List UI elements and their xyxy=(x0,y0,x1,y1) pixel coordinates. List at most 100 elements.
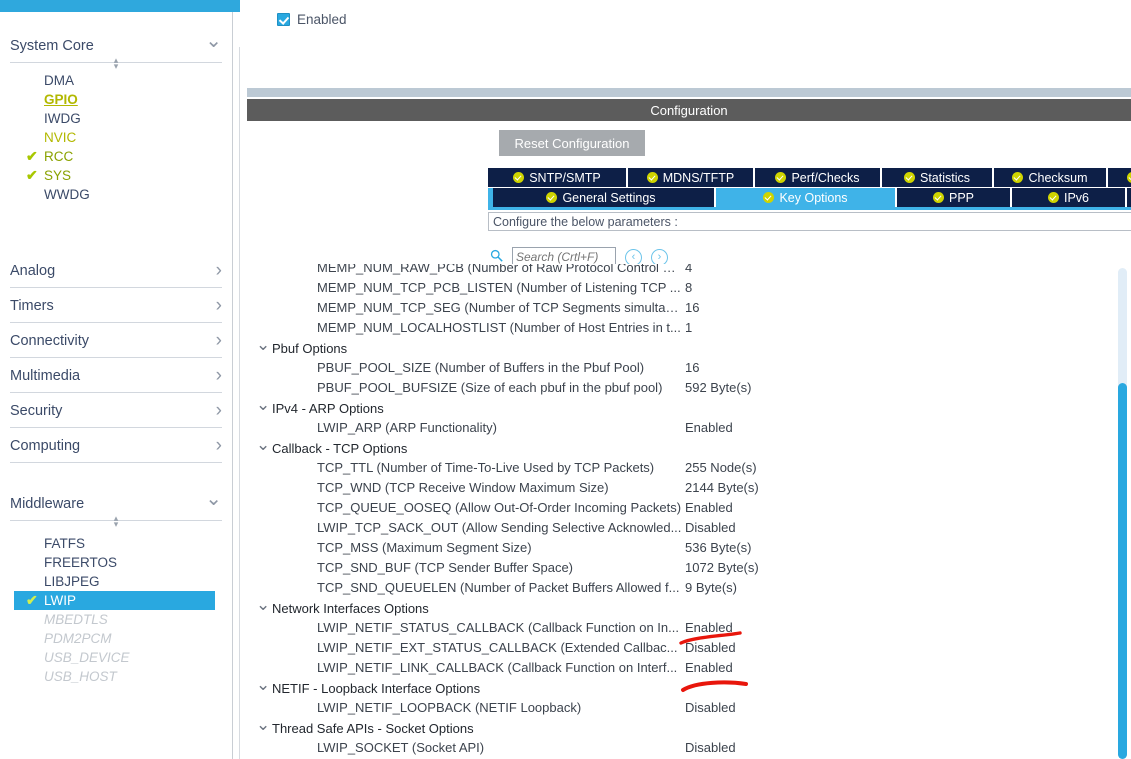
parameter-value[interactable]: Disabled xyxy=(685,700,736,715)
parameter-name: LWIP_NETIF_EXT_STATUS_CALLBACK (Extended… xyxy=(317,640,678,655)
parameter-row[interactable]: LWIP_NETIF_STATUS_CALLBACK (Callback Fun… xyxy=(248,618,1112,638)
middleware-scroll-spinner[interactable]: ▴ ▾ xyxy=(108,514,124,529)
parameter-value[interactable]: 536 Byte(s) xyxy=(685,540,751,555)
chevron-down-icon[interactable]: ⌄ xyxy=(256,435,270,455)
sidebar-section-security[interactable]: Security xyxy=(10,394,222,428)
sidebar-item-nvic[interactable]: NVIC xyxy=(22,128,215,147)
parameter-list[interactable]: MEMP_NUM_RAW_PCB (Number of Raw Protocol… xyxy=(248,264,1112,759)
sidebar-item-freertos[interactable]: FREERTOS xyxy=(22,553,215,572)
search-next-button[interactable]: › xyxy=(651,248,668,266)
lwip-enabled-checkbox[interactable]: Enabled xyxy=(277,12,347,27)
tab-label: SNTP/SMTP xyxy=(529,170,601,185)
sidebar-section-multimedia[interactable]: Multimedia xyxy=(10,359,222,393)
sidebar-section-analog[interactable]: Analog xyxy=(10,254,222,288)
sidebar-item-usb_device[interactable]: USB_DEVICE xyxy=(22,648,215,667)
parameter-value[interactable]: Enabled xyxy=(685,500,733,515)
search-prev-button[interactable]: ‹ xyxy=(625,248,642,266)
parameter-value[interactable]: 1 xyxy=(685,320,692,335)
parameter-row[interactable]: TCP_TTL (Number of Time-To-Live Used by … xyxy=(248,458,1112,478)
sidebar-item-libjpeg[interactable]: LIBJPEG xyxy=(22,572,215,591)
checkbox-checked-icon[interactable] xyxy=(277,13,290,26)
parameter-row[interactable]: MEMP_NUM_LOCALHOSTLIST (Number of Host E… xyxy=(248,318,1112,338)
tab-checksum[interactable]: Checksum xyxy=(994,168,1108,187)
reset-configuration-button[interactable]: Reset Configuration xyxy=(499,130,645,156)
parameter-row[interactable]: PBUF_POOL_BUFSIZE (Size of each pbuf in … xyxy=(248,378,1112,398)
parameter-value[interactable]: 255 Node(s) xyxy=(685,460,757,475)
tab-mdns-tftp[interactable]: MDNS/TFTP xyxy=(628,168,755,187)
chevron-down-icon[interactable]: ⌄ xyxy=(256,335,270,355)
tab-status-check-icon xyxy=(546,192,558,203)
parameter-value[interactable]: Enabled xyxy=(685,620,733,635)
parameter-row[interactable]: TCP_SND_BUF (TCP Sender Buffer Space) 107… xyxy=(248,558,1112,578)
sidebar-section-label: Connectivity xyxy=(10,332,89,349)
tab-httpd[interactable]: HTTPD xyxy=(1127,188,1131,207)
chevron-down-icon[interactable]: ⌄ xyxy=(256,595,270,615)
parameter-value[interactable]: 16 xyxy=(685,300,699,315)
sidebar-item-fatfs[interactable]: FATFS xyxy=(22,534,215,553)
parameter-row[interactable]: MEMP_NUM_TCP_SEG (Number of TCP Segments… xyxy=(248,298,1112,318)
sidebar-item-usb_host[interactable]: USB_HOST xyxy=(22,667,215,686)
parameter-value[interactable]: 4 xyxy=(685,264,692,275)
chevron-down-icon[interactable]: ⌄ xyxy=(256,395,270,415)
parameter-row[interactable]: MEMP_NUM_TCP_PCB_LISTEN (Number of Liste… xyxy=(248,278,1112,298)
parameter-value[interactable]: 16 xyxy=(685,360,699,375)
parameter-group-header[interactable]: ⌄ Network Interfaces Options xyxy=(248,595,429,618)
parameter-value[interactable]: 592 Byte(s) xyxy=(685,380,751,395)
chevron-down-icon[interactable]: ⌄ xyxy=(256,715,270,735)
parameter-group-header[interactable]: ⌄ IPv4 - ARP Options xyxy=(248,395,384,418)
parameter-value[interactable]: Enabled xyxy=(685,660,733,675)
tab-ppp[interactable]: PPP xyxy=(897,188,1012,207)
parameter-row[interactable]: LWIP_ARP (ARP Functionality) Enabled xyxy=(248,418,1112,438)
tab-key-options[interactable]: Key Options xyxy=(716,188,897,207)
parameter-value[interactable]: 1072 Byte(s) xyxy=(685,560,759,575)
tab-statistics[interactable]: Statistics xyxy=(882,168,994,187)
parameter-value[interactable]: 8 xyxy=(685,280,692,295)
parameter-row[interactable]: MEMP_NUM_RAW_PCB (Number of Raw Protocol… xyxy=(248,264,1112,278)
parameter-group-header[interactable]: ⌄ Thread Safe APIs - Socket Options xyxy=(248,715,474,738)
tab-sntp-smtp[interactable]: SNTP/SMTP xyxy=(488,168,628,187)
sidebar-divider xyxy=(232,12,233,759)
chevron-down-icon xyxy=(205,494,222,514)
scrollbar-thumb[interactable] xyxy=(1118,383,1127,759)
parameter-row[interactable]: LWIP_TCP_SACK_OUT (Allow Sending Selecti… xyxy=(248,518,1112,538)
parameter-group-header[interactable]: ⌄ Callback - TCP Options xyxy=(248,435,408,458)
parameter-value[interactable]: Disabled xyxy=(685,640,736,655)
tab-perf-checks[interactable]: Perf/Checks xyxy=(755,168,882,187)
sidebar-section-connectivity[interactable]: Connectivity xyxy=(10,324,222,358)
sidebar-item-rcc[interactable]: ✔ RCC xyxy=(22,147,215,166)
sidebar-item-iwdg[interactable]: IWDG xyxy=(22,109,215,128)
tab-ipv6[interactable]: IPv6 xyxy=(1012,188,1127,207)
parameter-value[interactable]: Enabled xyxy=(685,420,733,435)
tab-general-settings[interactable]: General Settings xyxy=(488,188,716,207)
sidebar-item-lwip[interactable]: ✔ LWIP xyxy=(14,591,215,610)
sidebar-item-label: PDM2PCM xyxy=(44,631,112,646)
sidebar-item-wwdg[interactable]: WWDG xyxy=(22,185,215,204)
parameter-name: LWIP_NETIF_LOOPBACK (NETIF Loopback) xyxy=(317,700,582,715)
parameter-row[interactable]: PBUF_POOL_SIZE (Number of Buffers in the… xyxy=(248,358,1112,378)
parameter-group-label: Callback - TCP Options xyxy=(272,440,408,456)
sidebar-item-sys[interactable]: ✔ SYS xyxy=(22,166,215,185)
sidebar-section-computing[interactable]: Computing xyxy=(10,429,222,463)
tab-debug[interactable]: Debug xyxy=(1108,168,1131,187)
parameter-value[interactable]: Disabled xyxy=(685,740,736,755)
parameter-row[interactable]: LWIP_NETIF_EXT_STATUS_CALLBACK (Extended… xyxy=(248,638,1112,658)
sidebar-item-gpio[interactable]: GPIO xyxy=(22,90,215,109)
chevron-down-icon[interactable]: ⌄ xyxy=(256,675,270,695)
parameter-row[interactable]: TCP_SND_QUEUELEN (Number of Packet Buffe… xyxy=(248,578,1112,598)
parameter-row[interactable]: TCP_QUEUE_OOSEQ (Allow Out-Of-Order Inco… xyxy=(248,498,1112,518)
parameter-group-header[interactable]: ⌄ NETIF - Loopback Interface Options xyxy=(248,675,480,698)
sidebar-item-mbedtls[interactable]: MBEDTLS xyxy=(22,610,215,629)
parameter-group-header[interactable]: ⌄ Pbuf Options xyxy=(248,335,347,358)
parameter-row[interactable]: LWIP_NETIF_LOOPBACK (NETIF Loopback) Disa… xyxy=(248,698,1112,718)
parameter-row[interactable]: LWIP_SOCKET (Socket API) Disabled xyxy=(248,738,1112,758)
parameter-value[interactable]: 9 Byte(s) xyxy=(685,580,737,595)
sidebar-item-dma[interactable]: DMA xyxy=(22,71,215,90)
parameter-value[interactable]: 2144 Byte(s) xyxy=(685,480,759,495)
sidebar-item-pdm2pcm[interactable]: PDM2PCM xyxy=(22,629,215,648)
parameter-row[interactable]: LWIP_NETIF_LINK_CALLBACK (Callback Funct… xyxy=(248,658,1112,678)
system-core-scroll-spinner[interactable]: ▴ ▾ xyxy=(108,56,124,71)
parameter-value[interactable]: Disabled xyxy=(685,520,736,535)
parameter-row[interactable]: TCP_MSS (Maximum Segment Size) 536 Byte(s… xyxy=(248,538,1112,558)
parameter-row[interactable]: TCP_WND (TCP Receive Window Maximum Size… xyxy=(248,478,1112,498)
sidebar-section-timers[interactable]: Timers xyxy=(10,289,222,323)
